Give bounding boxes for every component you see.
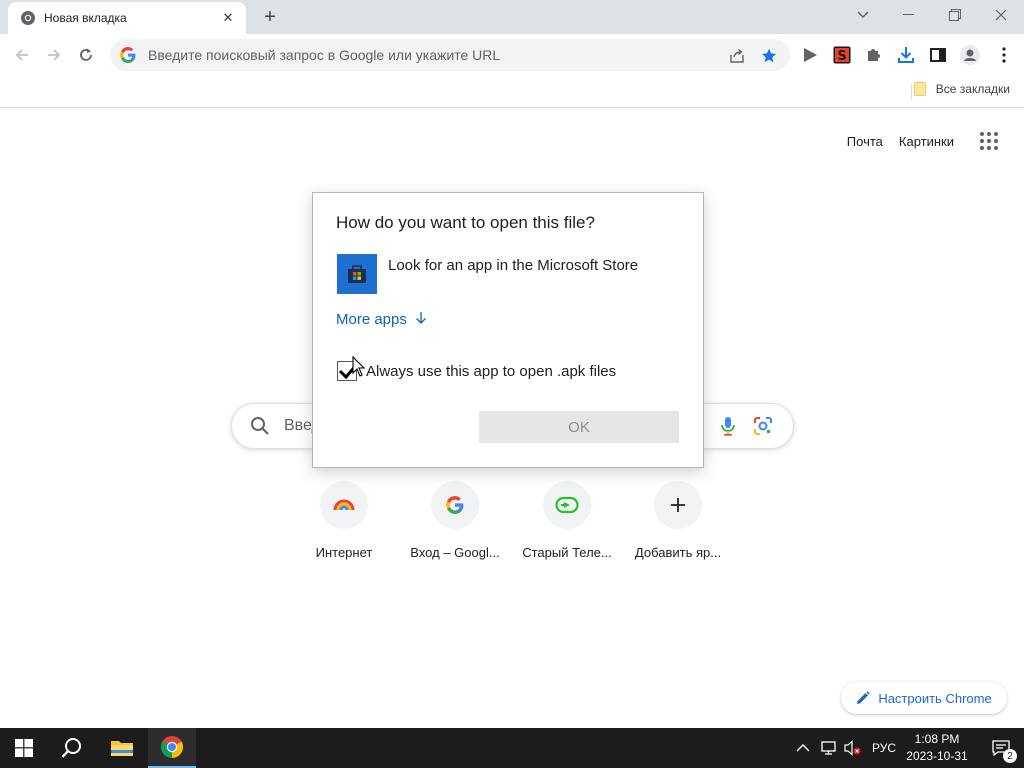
arrow-down-icon (415, 311, 427, 328)
taskbar-clock[interactable]: 1:08 PM 2023-10-31 (896, 731, 978, 765)
add-shortcut-tile[interactable]: Добавить яр... (622, 481, 734, 560)
chrome-menu-icon[interactable] (994, 45, 1014, 65)
customize-chrome-button[interactable]: Настроить Chrome (841, 682, 1007, 714)
shortcuts-grid: Интернет Вход – Googl... Старый Теле... … (300, 481, 740, 571)
microsoft-store-icon (337, 254, 377, 294)
plus-icon (654, 481, 702, 529)
dialog-title: How do you want to open this file? (336, 213, 595, 232)
browser-toolbar: Введите поисковый запрос в Google или ук… (0, 34, 1024, 76)
mouse-cursor-icon (352, 356, 366, 377)
voice-search-icon[interactable] (719, 416, 737, 441)
clock-date: 2023-10-31 (906, 749, 968, 763)
tab-search-chevron-icon[interactable] (840, 0, 886, 30)
search-taskbar-icon[interactable] (48, 728, 96, 768)
ok-button[interactable]: OK (479, 411, 679, 443)
download-icon[interactable] (896, 45, 916, 65)
network-icon[interactable] (820, 728, 838, 768)
forward-arrow-icon[interactable] (42, 43, 66, 67)
ntp-top-links: Почта Картинки (847, 131, 1024, 151)
always-use-checkbox-row[interactable]: Always use this app to open .apk files (337, 361, 616, 381)
chrome-favicon-icon (20, 10, 36, 26)
back-arrow-icon[interactable] (10, 43, 34, 67)
bookmark-star-icon[interactable] (760, 47, 778, 65)
tab-title: Новая вкладка (44, 11, 127, 25)
tv-icon (543, 481, 591, 529)
file-explorer-icon[interactable] (98, 728, 146, 768)
shortcut-label: Вход – Googl... (410, 545, 500, 560)
customize-chrome-label: Настроить Chrome (878, 690, 992, 706)
open-with-dialog: How do you want to open this file? Look … (312, 192, 704, 468)
notification-center-icon[interactable]: 2 (978, 728, 1024, 768)
extensions-puzzle-icon[interactable] (864, 45, 884, 65)
google-g-icon (431, 481, 479, 529)
notification-count-badge: 2 (1003, 749, 1017, 763)
windows-start-icon[interactable] (0, 728, 48, 768)
tab-new-tab[interactable]: Новая вкладка ✕ (8, 2, 246, 34)
google-lens-icon[interactable] (753, 416, 773, 441)
shortcut-label: Старый Теле... (522, 545, 612, 560)
chrome-taskbar-icon[interactable] (148, 728, 196, 768)
extension-s-icon[interactable]: S (832, 45, 852, 65)
restore-icon[interactable] (932, 0, 978, 30)
profile-avatar-icon[interactable] (960, 45, 980, 65)
side-panel-icon[interactable] (928, 45, 948, 65)
tab-close-icon[interactable]: ✕ (220, 10, 236, 26)
always-use-label: Always use this app to open .apk files (366, 362, 617, 380)
all-bookmarks-label: Все закладки (935, 82, 1010, 96)
tab-strip: Новая вкладка ✕ + (0, 0, 1024, 34)
address-bar-placeholder: Введите поисковый запрос в Google или ук… (148, 47, 501, 63)
google-apps-icon[interactable] (980, 132, 998, 150)
images-link[interactable]: Картинки (899, 134, 954, 149)
store-app-option[interactable]: Look for an app in the Microsoft Store (337, 254, 638, 294)
all-bookmarks-button[interactable]: Все закладки (913, 82, 1010, 96)
volume-muted-icon[interactable] (844, 728, 862, 768)
google-g-icon (120, 47, 136, 63)
more-apps-link[interactable]: More apps (336, 311, 427, 328)
rainbow-arc-icon (320, 481, 368, 529)
bookmarks-bar: Все закладки (0, 76, 1024, 108)
svg-text:S: S (837, 49, 846, 64)
extension-play-icon[interactable] (800, 45, 820, 65)
search-icon (251, 417, 269, 435)
address-bar[interactable]: Введите поисковый запрос в Google или ук… (110, 39, 790, 71)
input-language-indicator[interactable]: РУС (872, 728, 896, 768)
reload-icon[interactable] (74, 43, 98, 67)
close-window-icon[interactable] (978, 0, 1024, 30)
mail-link[interactable]: Почта (847, 134, 883, 149)
windows-taskbar: РУС 1:08 PM 2023-10-31 2 (0, 728, 1024, 768)
new-tab-plus-icon[interactable]: + (258, 6, 282, 28)
shortcut-label: Добавить яр... (634, 545, 722, 560)
clock-time: 1:08 PM (914, 732, 960, 746)
folder-icon (913, 82, 926, 96)
store-app-label: Look for an app in the Microsoft Store (388, 257, 639, 274)
shortcut-label: Интернет (315, 545, 373, 560)
shortcut-tile[interactable]: Вход – Googl... (399, 481, 511, 560)
share-icon[interactable] (728, 47, 746, 65)
shortcut-tile[interactable]: Интернет (288, 481, 400, 560)
tray-chevron-icon[interactable] (796, 728, 810, 768)
bookmarks-separator (911, 84, 912, 100)
minimize-icon[interactable] (886, 0, 932, 30)
more-apps-label: More apps (336, 311, 407, 328)
shortcut-tile[interactable]: Старый Теле... (511, 481, 623, 560)
pencil-icon (857, 691, 871, 704)
